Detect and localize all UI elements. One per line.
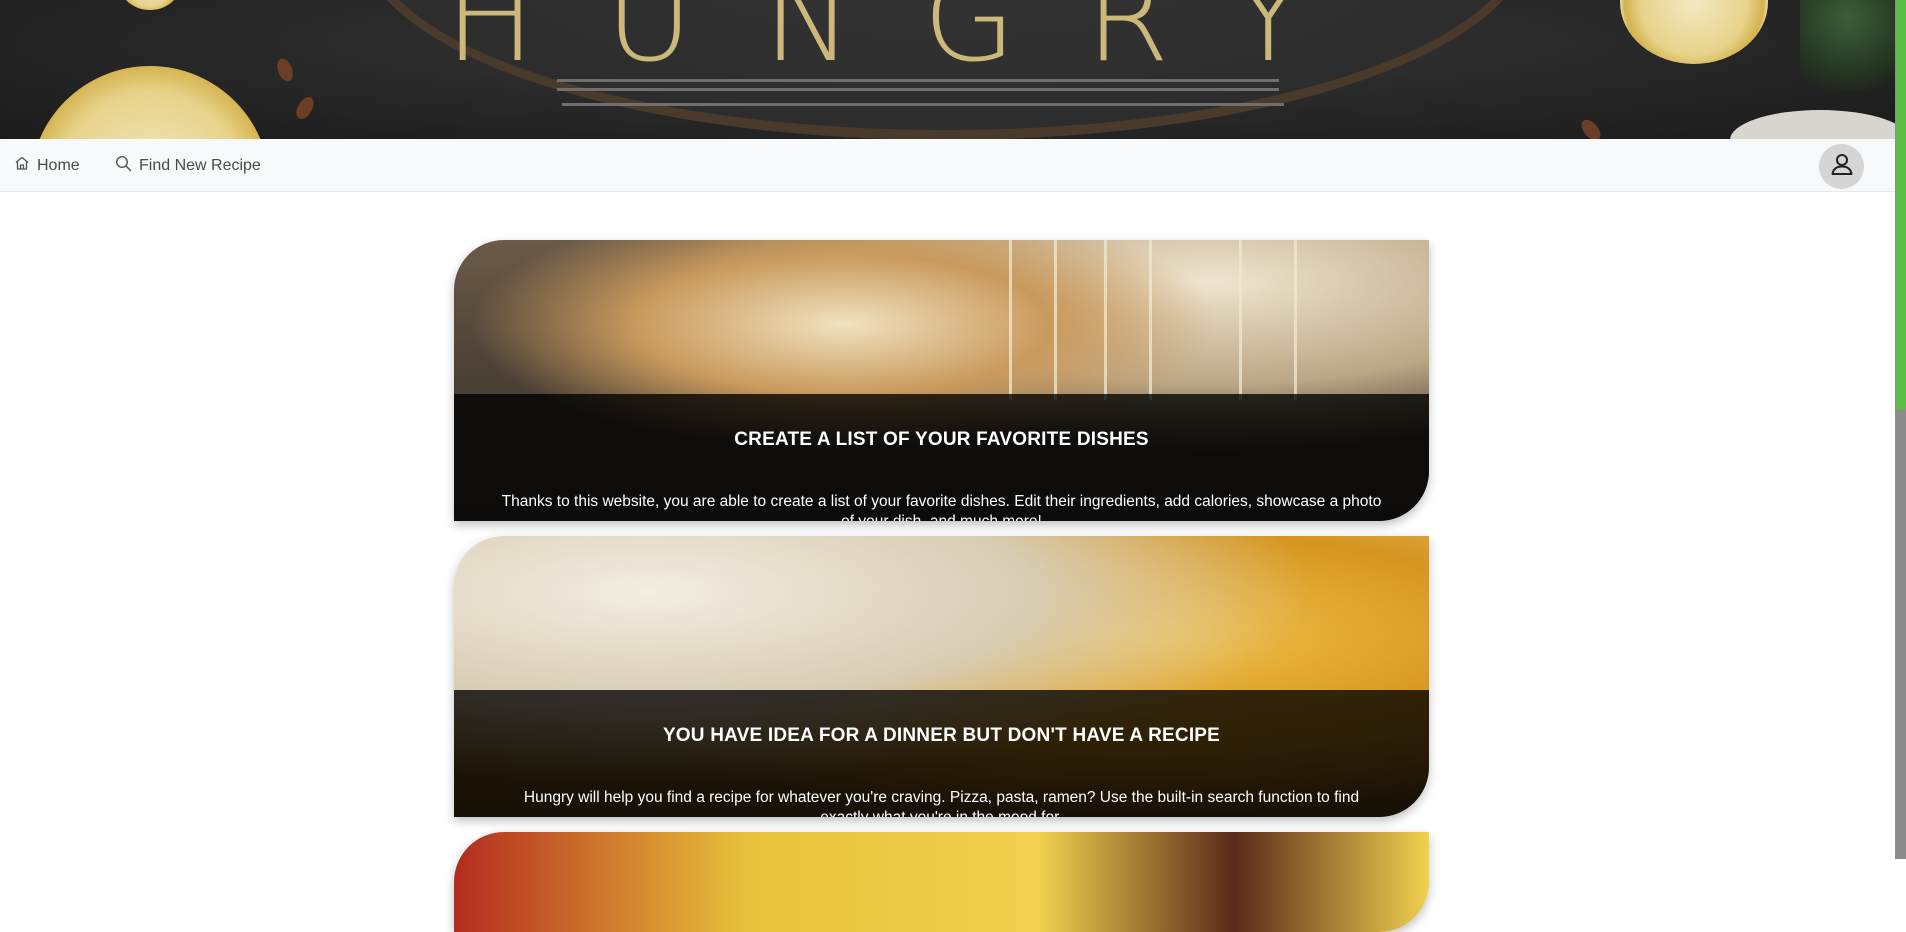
herb-leaf-image [1800, 0, 1895, 90]
bowl-image [1730, 110, 1895, 139]
home-icon [14, 155, 37, 176]
scrollbar-thumb[interactable] [1896, 0, 1906, 410]
lemon-slice-image [1620, 0, 1768, 64]
user-profile-button[interactable] [1819, 144, 1864, 189]
card-title: YOU HAVE IDEA FOR A DINNER BUT DON'T HAV… [662, 725, 1221, 746]
cheese-strand [1294, 240, 1297, 400]
feature-card-partial [454, 832, 1429, 932]
logo-underline [562, 103, 1284, 106]
feature-card-favorites: CREATE A LIST OF YOUR FAVORITE DISHES Th… [454, 240, 1429, 521]
cheese-strand [1104, 240, 1107, 400]
hero-banner: HUNGRY [0, 0, 1895, 139]
lemon-slice-image [30, 66, 270, 139]
search-icon [115, 155, 139, 177]
cheese-strand [1054, 240, 1057, 400]
card-description: Hungry will help you find a recipe for w… [523, 789, 1360, 817]
nav-home-label: Home [37, 156, 80, 174]
nav-find-recipe-label: Find New Recipe [139, 156, 261, 174]
user-icon [1829, 151, 1855, 182]
almond-image [274, 56, 296, 84]
cheese-strand [1009, 240, 1012, 400]
top-navbar: Home Find New Recipe [0, 139, 1895, 192]
nav-home-link[interactable]: Home [14, 139, 80, 192]
cheese-strand [1149, 240, 1152, 400]
almond-image [292, 94, 318, 122]
nav-find-recipe-link[interactable]: Find New Recipe [115, 139, 261, 192]
logo-underline [557, 88, 1279, 91]
logo-underline [557, 79, 1279, 82]
almond-image [1577, 116, 1605, 139]
brand-logo-text: HUNGRY [445, 0, 1375, 89]
card-title: CREATE A LIST OF YOUR FAVORITE DISHES [734, 429, 1149, 450]
card-description: Thanks to this website, you are able to … [501, 493, 1382, 521]
lemon-slice-image [120, 0, 180, 10]
cheese-strand [1239, 240, 1242, 400]
card-overlay: CREATE A LIST OF YOUR FAVORITE DISHES Th… [454, 394, 1429, 521]
card-overlay: YOU HAVE IDEA FOR A DINNER BUT DON'T HAV… [454, 690, 1429, 817]
feature-card-find-recipe: YOU HAVE IDEA FOR A DINNER BUT DON'T HAV… [454, 536, 1429, 817]
